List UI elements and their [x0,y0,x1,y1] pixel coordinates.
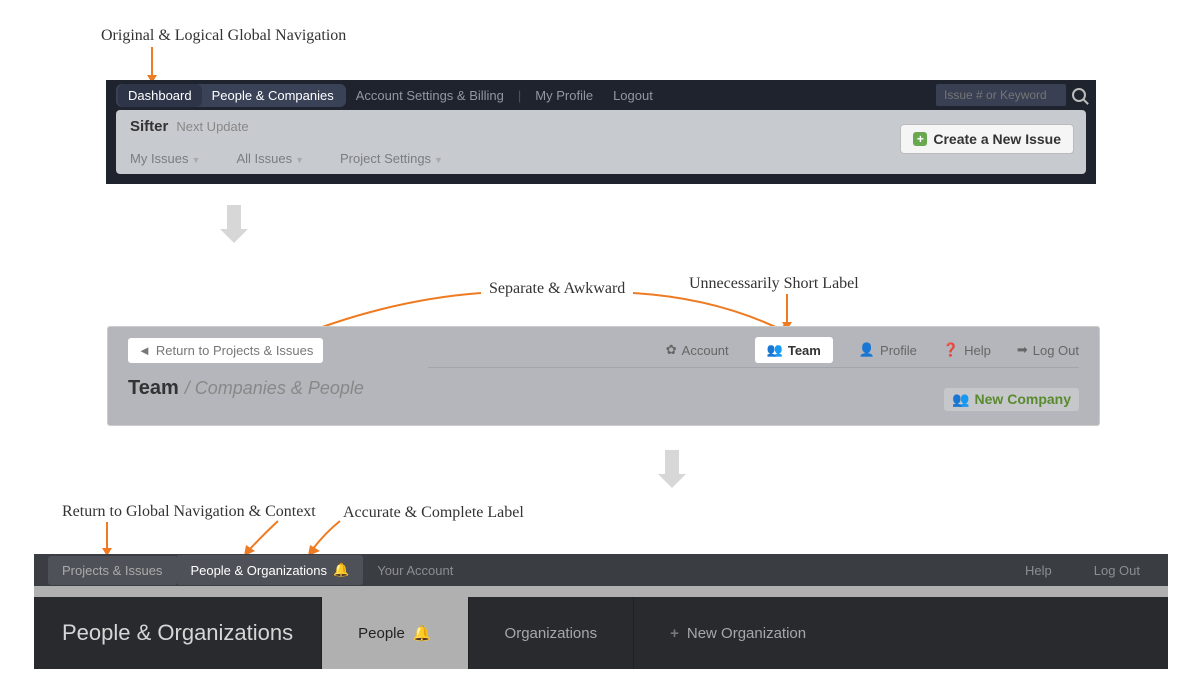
stage2-panel: ◄ Return to Projects & Issues ✿Account 👥… [107,326,1100,426]
link-help[interactable]: ❓Help [943,342,991,358]
tab-project-settings[interactable]: Project Settings▼ [340,151,443,166]
stage2-navlinks: ✿Account 👥Team 👤Profile ❓Help ➡Log Out [666,337,1079,363]
arrow-4b [230,518,290,558]
nav-people-orgs[interactable]: People & Organizations 🔔 [176,555,363,585]
stage1-nav-pill: Dashboard People & Companies [116,84,346,107]
stage1-subbar: Sifter Next Update My Issues▼ All Issues… [116,110,1086,174]
nav-separator: | [514,88,525,103]
annotation-separate-awkward: Separate & Awkward [489,280,625,298]
bell-icon: 🔔 [413,624,432,642]
brand-subtitle: Next Update [176,119,248,134]
tab-my-issues[interactable]: My Issues▼ [130,151,200,166]
nav-account-settings[interactable]: Account Settings & Billing [346,84,514,107]
tab-all-issues[interactable]: All Issues▼ [236,151,304,166]
link-logout[interactable]: ➡Log Out [1017,342,1079,358]
arrow-1 [140,45,180,85]
back-arrow-icon: ◄ [138,343,151,358]
exit-icon: ➡ [1017,342,1028,358]
nav-your-account[interactable]: Your Account [363,556,467,585]
stage2-top: ◄ Return to Projects & Issues ✿Account 👥… [108,327,1099,363]
annotation-accurate-label: Accurate & Complete Label [343,504,524,522]
return-button[interactable]: ◄ Return to Projects & Issues [128,338,323,363]
stage1-topnav: Dashboard People & Companies Account Set… [106,80,1096,110]
stage3-title: People & Organizations [34,597,321,669]
brand-name: Sifter [130,118,168,135]
nav-people-companies[interactable]: People & Companies [202,84,344,107]
tab-organizations[interactable]: Organizations [468,597,634,669]
annotation-short-label: Unnecessarily Short Label [689,275,859,293]
new-company-label: New Company [975,391,1071,408]
tab-new-organization[interactable]: + New Organization [633,597,842,669]
search-icon[interactable] [1072,88,1086,102]
nav-help[interactable]: Help [1011,556,1066,585]
people-icon: 👥 [767,342,783,358]
stage2-breadcrumb: / Companies & People [185,378,364,399]
search-group [936,84,1086,106]
stage3-nav: Projects & Issues People & Organizations… [34,554,1168,586]
create-issue-label: Create a New Issue [933,131,1061,147]
stage2-header: Team / Companies & People [128,377,1079,400]
link-profile[interactable]: 👤Profile [859,342,917,358]
stage1-panel: Dashboard People & Companies Account Set… [106,80,1096,184]
stage3-subnav: People & Organizations People 🔔 Organiza… [34,597,1168,669]
arrow-5 [300,518,360,558]
annotation-original-nav: Original & Logical Global Navigation [101,27,346,45]
bell-icon: 🔔 [333,562,349,578]
nav-logout[interactable]: Logout [603,84,663,107]
divider [428,367,1079,368]
person-icon: 👤 [859,342,875,358]
search-input[interactable] [936,84,1066,106]
link-account[interactable]: ✿Account [666,342,729,358]
stage2-title: Team [128,377,179,400]
plus-icon: + [670,625,679,642]
nav-my-profile[interactable]: My Profile [525,84,603,107]
gear-icon: ✿ [666,342,677,358]
return-label: Return to Projects & Issues [156,343,314,358]
nav-projects-issues[interactable]: Projects & Issues [48,556,176,585]
annotation-return-context: Return to Global Navigation & Context [62,503,316,521]
plus-icon: + [913,132,927,146]
help-icon: ❓ [943,342,959,358]
nav-logout[interactable]: Log Out [1080,556,1154,585]
link-team[interactable]: 👥Team [755,337,833,363]
people-icon: 👥 [952,391,969,408]
nav-dashboard[interactable]: Dashboard [118,84,202,107]
create-issue-button[interactable]: + Create a New Issue [900,124,1074,154]
new-company-button[interactable]: 👥 New Company [944,388,1079,411]
tab-people[interactable]: People 🔔 [321,597,467,669]
stage3-panel: Projects & Issues People & Organizations… [34,554,1168,669]
